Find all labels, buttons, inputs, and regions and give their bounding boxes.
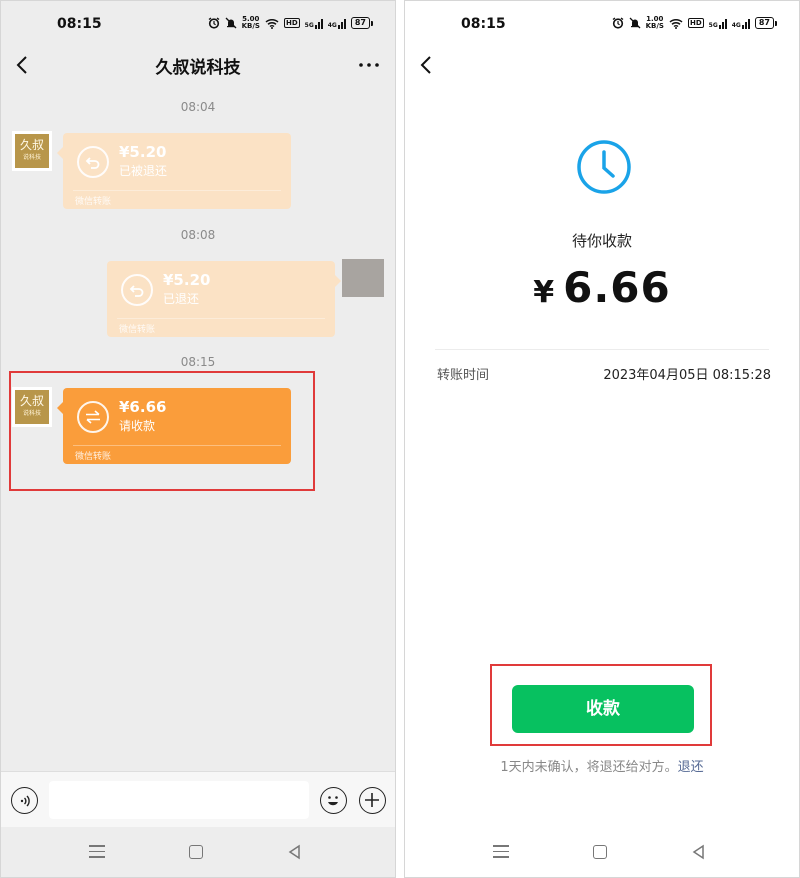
- receive-payment-screen: 08:15 1.00 KB/S HD 5G 4G 87 待你收款 ¥6.66 转账…: [404, 0, 800, 878]
- speed-unit: KB/S: [241, 22, 260, 30]
- signal-5g: 5G: [305, 18, 323, 29]
- avatar-text: 久叔: [19, 138, 44, 152]
- net-label: 4G: [327, 21, 337, 29]
- receive-header: [405, 45, 799, 85]
- signal-5g: 5G: [709, 18, 727, 29]
- plus-icon[interactable]: [359, 787, 386, 814]
- hd-badge: HD: [283, 18, 300, 28]
- contact-avatar[interactable]: 久叔 说科技: [12, 131, 52, 171]
- net-label: 5G: [304, 21, 314, 29]
- network-speed: 1.00 KB/S: [646, 16, 664, 30]
- transfer-amount-display: ¥6.66: [405, 263, 799, 312]
- return-arrow-icon: [77, 146, 109, 178]
- battery-icon: 87: [350, 17, 373, 29]
- transfer-bubble-pending[interactable]: ¥6.66 请收款 微信转账: [57, 388, 291, 464]
- transfer-time-label: 转账时间: [437, 368, 490, 383]
- recent-apps-icon[interactable]: [89, 845, 105, 859]
- transfer-bubble-returned[interactable]: ¥5.20 已被退还 微信转账: [57, 133, 291, 209]
- avatar-text: 久叔: [19, 394, 44, 408]
- back-triangle-icon[interactable]: [691, 844, 707, 860]
- transfer-time-value: 2023年04月05日 08:15:28: [603, 368, 771, 383]
- network-speed: 5.00 KB/S: [242, 16, 260, 30]
- more-options-icon[interactable]: [357, 53, 381, 77]
- net-label: 4G: [731, 21, 741, 29]
- chat-header: 久叔说科技: [1, 45, 395, 85]
- wifi-icon: [265, 18, 279, 29]
- note-text: 1天内未确认，将退还给对方。: [500, 760, 678, 775]
- system-nav-bar: [405, 827, 799, 877]
- battery-level: 87: [754, 17, 774, 29]
- alarm-icon: [612, 17, 624, 29]
- home-icon[interactable]: [189, 845, 203, 859]
- return-link[interactable]: 退还: [678, 760, 704, 775]
- signal-4g: 4G: [328, 18, 346, 29]
- status-bar: 08:15 1.00 KB/S HD 5G 4G 87: [405, 1, 799, 45]
- battery-icon: 87: [754, 17, 777, 29]
- status-icons: 5.00 KB/S HD 5G 4G 87: [208, 16, 373, 30]
- voice-icon[interactable]: [11, 787, 38, 814]
- transfer-footer: 微信转账: [119, 325, 156, 335]
- transfer-amount: ¥5.20: [119, 143, 167, 161]
- chat-screen: 08:15 5.00 KB/S HD 5G 4G 87 久叔说科技 08:04 久…: [0, 0, 396, 878]
- emoji-icon[interactable]: [320, 787, 347, 814]
- avatar-subtext: 说科技: [22, 410, 41, 417]
- refund-note: 1天内未确认，将退还给对方。退还: [405, 756, 799, 775]
- transfer-footer: 微信转账: [75, 452, 112, 462]
- battery-level: 87: [350, 17, 370, 29]
- transfer-amount: ¥5.20: [163, 271, 211, 289]
- transfer-bubble-sent-returned[interactable]: ¥5.20 已退还 微信转账: [107, 261, 341, 337]
- transfer-status: 已被退还: [119, 164, 168, 178]
- accept-payment-button[interactable]: 收款: [512, 685, 694, 733]
- avatar-subtext: 说科技: [22, 154, 41, 161]
- signal-4g: 4G: [732, 18, 750, 29]
- net-label: 5G: [708, 21, 718, 29]
- return-arrow-icon: [121, 274, 153, 306]
- recent-apps-icon[interactable]: [493, 845, 509, 859]
- currency-symbol: ¥: [533, 275, 556, 310]
- contact-avatar[interactable]: 久叔 说科技: [12, 387, 52, 427]
- wifi-icon: [669, 18, 683, 29]
- divider: [435, 349, 769, 350]
- transfer-status: 已退还: [163, 292, 200, 306]
- pending-label: 待你收款: [571, 232, 632, 250]
- message-input[interactable]: [49, 781, 309, 819]
- amount-value: 6.66: [563, 263, 671, 312]
- transfer-amount: ¥6.66: [119, 398, 167, 416]
- message-timestamp: 08:15: [180, 355, 216, 369]
- mute-bell-icon: [225, 17, 237, 29]
- chat-title: 久叔说科技: [155, 58, 241, 78]
- my-avatar[interactable]: [342, 259, 384, 297]
- status-time: 08:15: [461, 16, 506, 32]
- message-timestamp: 08:08: [180, 228, 216, 242]
- back-icon[interactable]: [415, 53, 439, 77]
- status-bar: 08:15 5.00 KB/S HD 5G 4G 87: [1, 1, 395, 45]
- system-nav-bar: [1, 827, 395, 877]
- alarm-icon: [208, 17, 220, 29]
- status-icons: 1.00 KB/S HD 5G 4G 87: [612, 16, 777, 30]
- transfer-arrows-icon: [77, 401, 109, 433]
- chat-input-bar: [1, 771, 395, 827]
- transfer-status: 请收款: [119, 419, 156, 433]
- back-triangle-icon[interactable]: [287, 844, 303, 860]
- message-timestamp: 08:04: [180, 100, 216, 114]
- status-time: 08:15: [57, 16, 102, 32]
- clock-icon: [577, 140, 631, 194]
- mute-bell-icon: [629, 17, 641, 29]
- hd-badge: HD: [687, 18, 704, 28]
- speed-unit: KB/S: [645, 22, 664, 30]
- home-icon[interactable]: [593, 845, 607, 859]
- transfer-footer: 微信转账: [75, 197, 112, 207]
